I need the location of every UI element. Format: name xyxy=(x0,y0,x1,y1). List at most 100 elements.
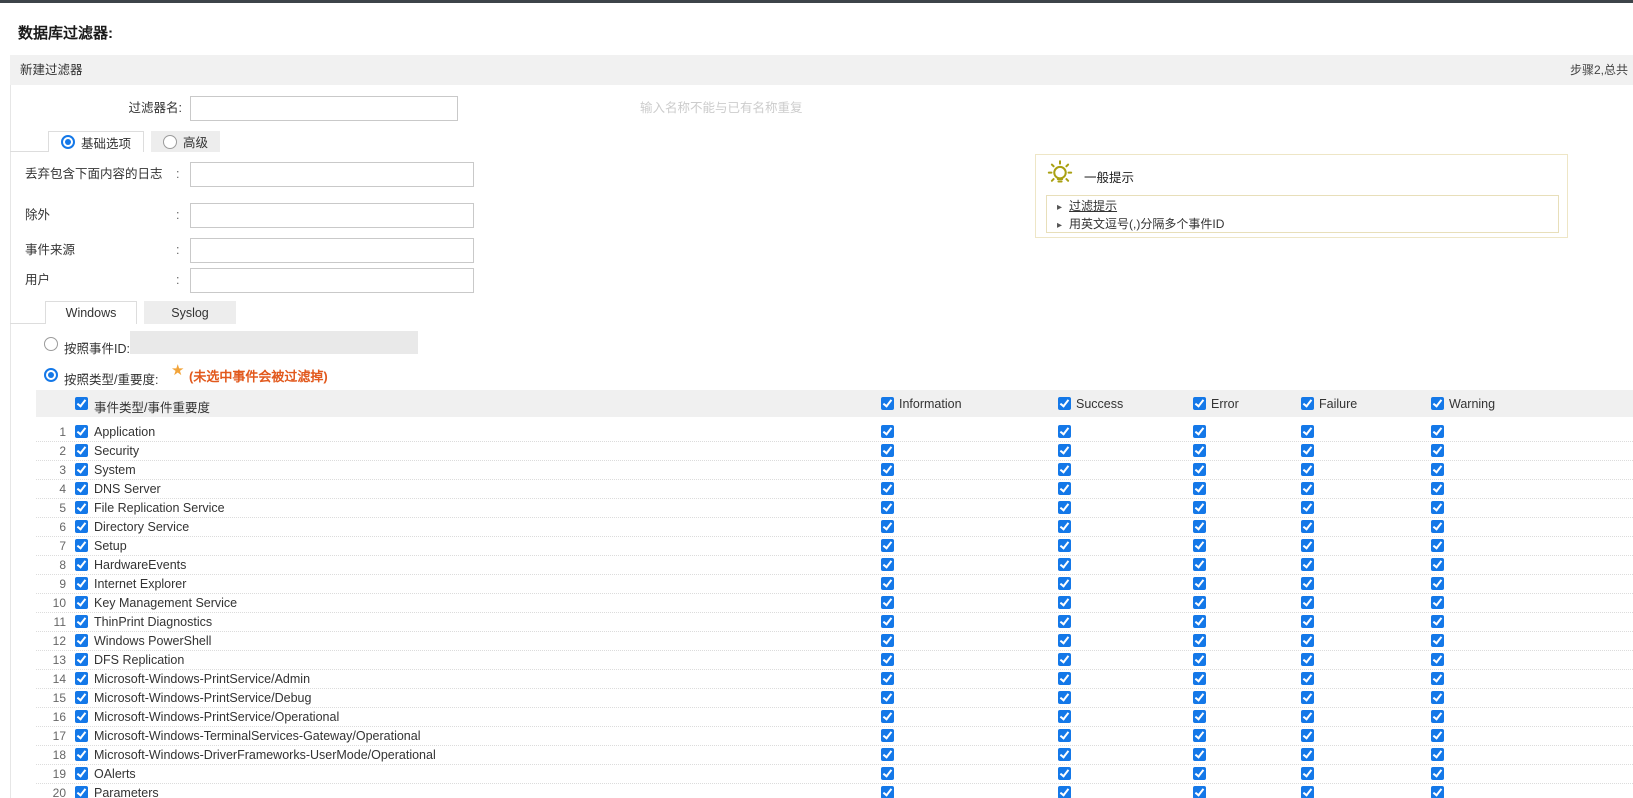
cell-checkbox-failure[interactable] xyxy=(1301,596,1314,609)
cell-checkbox-warning[interactable] xyxy=(1431,482,1444,495)
cell-checkbox-failure[interactable] xyxy=(1301,729,1314,742)
col-information-checkbox[interactable] xyxy=(881,397,894,410)
cell-checkbox-information[interactable] xyxy=(881,463,894,476)
cell-checkbox-warning[interactable] xyxy=(1431,672,1444,685)
cell-checkbox-warning[interactable] xyxy=(1431,425,1444,438)
cell-checkbox-success[interactable] xyxy=(1058,596,1071,609)
cell-checkbox-information[interactable] xyxy=(881,767,894,780)
row-select-checkbox[interactable] xyxy=(75,444,88,457)
event-source-input[interactable] xyxy=(190,238,474,263)
cell-checkbox-error[interactable] xyxy=(1193,444,1206,457)
row-select-checkbox[interactable] xyxy=(75,653,88,666)
row-select-checkbox[interactable] xyxy=(75,425,88,438)
cell-checkbox-failure[interactable] xyxy=(1301,558,1314,571)
cell-checkbox-failure[interactable] xyxy=(1301,520,1314,533)
cell-checkbox-success[interactable] xyxy=(1058,482,1071,495)
cell-checkbox-error[interactable] xyxy=(1193,634,1206,647)
cell-checkbox-information[interactable] xyxy=(881,634,894,647)
cell-checkbox-warning[interactable] xyxy=(1431,634,1444,647)
cell-checkbox-error[interactable] xyxy=(1193,463,1206,476)
mode-tab-basic[interactable]: 基础选项 xyxy=(48,131,145,152)
cell-checkbox-warning[interactable] xyxy=(1431,710,1444,723)
mode-tab-advanced[interactable]: 高级 xyxy=(151,131,221,152)
cell-checkbox-success[interactable] xyxy=(1058,558,1071,571)
cell-checkbox-warning[interactable] xyxy=(1431,615,1444,628)
cell-checkbox-information[interactable] xyxy=(881,653,894,666)
cell-checkbox-warning[interactable] xyxy=(1431,691,1444,704)
col-warning-checkbox[interactable] xyxy=(1431,397,1444,410)
cell-checkbox-error[interactable] xyxy=(1193,710,1206,723)
cell-checkbox-warning[interactable] xyxy=(1431,653,1444,666)
cell-checkbox-failure[interactable] xyxy=(1301,672,1314,685)
cell-checkbox-error[interactable] xyxy=(1193,653,1206,666)
cell-checkbox-failure[interactable] xyxy=(1301,710,1314,723)
cell-checkbox-warning[interactable] xyxy=(1431,501,1444,514)
cell-checkbox-success[interactable] xyxy=(1058,444,1071,457)
cell-checkbox-warning[interactable] xyxy=(1431,558,1444,571)
cell-checkbox-failure[interactable] xyxy=(1301,539,1314,552)
row-select-checkbox[interactable] xyxy=(75,634,88,647)
col-success-checkbox[interactable] xyxy=(1058,397,1071,410)
cell-checkbox-success[interactable] xyxy=(1058,729,1071,742)
cell-checkbox-success[interactable] xyxy=(1058,520,1071,533)
cell-checkbox-error[interactable] xyxy=(1193,482,1206,495)
cell-checkbox-failure[interactable] xyxy=(1301,425,1314,438)
cell-checkbox-warning[interactable] xyxy=(1431,729,1444,742)
user-input[interactable] xyxy=(190,268,474,293)
row-select-checkbox[interactable] xyxy=(75,672,88,685)
row-select-checkbox[interactable] xyxy=(75,520,88,533)
row-select-checkbox[interactable] xyxy=(75,482,88,495)
cell-checkbox-success[interactable] xyxy=(1058,691,1071,704)
filter-tips-link[interactable]: 过滤提示 xyxy=(1069,199,1117,213)
row-select-checkbox[interactable] xyxy=(75,710,88,723)
cell-checkbox-information[interactable] xyxy=(881,539,894,552)
cell-checkbox-warning[interactable] xyxy=(1431,577,1444,590)
cell-checkbox-failure[interactable] xyxy=(1301,577,1314,590)
row-select-checkbox[interactable] xyxy=(75,748,88,761)
cell-checkbox-warning[interactable] xyxy=(1431,748,1444,761)
row-select-checkbox[interactable] xyxy=(75,729,88,742)
cell-checkbox-failure[interactable] xyxy=(1301,691,1314,704)
cell-checkbox-information[interactable] xyxy=(881,425,894,438)
cell-checkbox-error[interactable] xyxy=(1193,425,1206,438)
cell-checkbox-error[interactable] xyxy=(1193,729,1206,742)
cell-checkbox-success[interactable] xyxy=(1058,653,1071,666)
cell-checkbox-error[interactable] xyxy=(1193,558,1206,571)
cell-checkbox-failure[interactable] xyxy=(1301,653,1314,666)
cell-checkbox-warning[interactable] xyxy=(1431,520,1444,533)
cell-checkbox-information[interactable] xyxy=(881,444,894,457)
col-failure-checkbox[interactable] xyxy=(1301,397,1314,410)
cell-checkbox-success[interactable] xyxy=(1058,615,1071,628)
cell-checkbox-success[interactable] xyxy=(1058,672,1071,685)
cell-checkbox-error[interactable] xyxy=(1193,520,1206,533)
cell-checkbox-information[interactable] xyxy=(881,729,894,742)
cell-checkbox-failure[interactable] xyxy=(1301,482,1314,495)
row-select-checkbox[interactable] xyxy=(75,558,88,571)
cell-checkbox-success[interactable] xyxy=(1058,577,1071,590)
cell-checkbox-failure[interactable] xyxy=(1301,786,1314,798)
cell-checkbox-failure[interactable] xyxy=(1301,444,1314,457)
cell-checkbox-error[interactable] xyxy=(1193,767,1206,780)
cell-checkbox-error[interactable] xyxy=(1193,539,1206,552)
row-select-checkbox[interactable] xyxy=(75,539,88,552)
cell-checkbox-warning[interactable] xyxy=(1431,539,1444,552)
cell-checkbox-warning[interactable] xyxy=(1431,767,1444,780)
cell-checkbox-failure[interactable] xyxy=(1301,501,1314,514)
cell-checkbox-warning[interactable] xyxy=(1431,786,1444,798)
cell-checkbox-warning[interactable] xyxy=(1431,596,1444,609)
cell-checkbox-failure[interactable] xyxy=(1301,463,1314,476)
discard-contains-input[interactable] xyxy=(190,162,474,187)
cell-checkbox-information[interactable] xyxy=(881,520,894,533)
cell-checkbox-success[interactable] xyxy=(1058,501,1071,514)
cell-checkbox-information[interactable] xyxy=(881,615,894,628)
cell-checkbox-error[interactable] xyxy=(1193,501,1206,514)
cell-checkbox-success[interactable] xyxy=(1058,786,1071,798)
log-tab-windows[interactable]: Windows xyxy=(45,301,137,324)
cell-checkbox-information[interactable] xyxy=(881,710,894,723)
cell-checkbox-failure[interactable] xyxy=(1301,748,1314,761)
cell-checkbox-error[interactable] xyxy=(1193,691,1206,704)
cell-checkbox-error[interactable] xyxy=(1193,748,1206,761)
row-select-checkbox[interactable] xyxy=(75,767,88,780)
by-type-radio[interactable] xyxy=(44,368,58,382)
row-select-checkbox[interactable] xyxy=(75,691,88,704)
